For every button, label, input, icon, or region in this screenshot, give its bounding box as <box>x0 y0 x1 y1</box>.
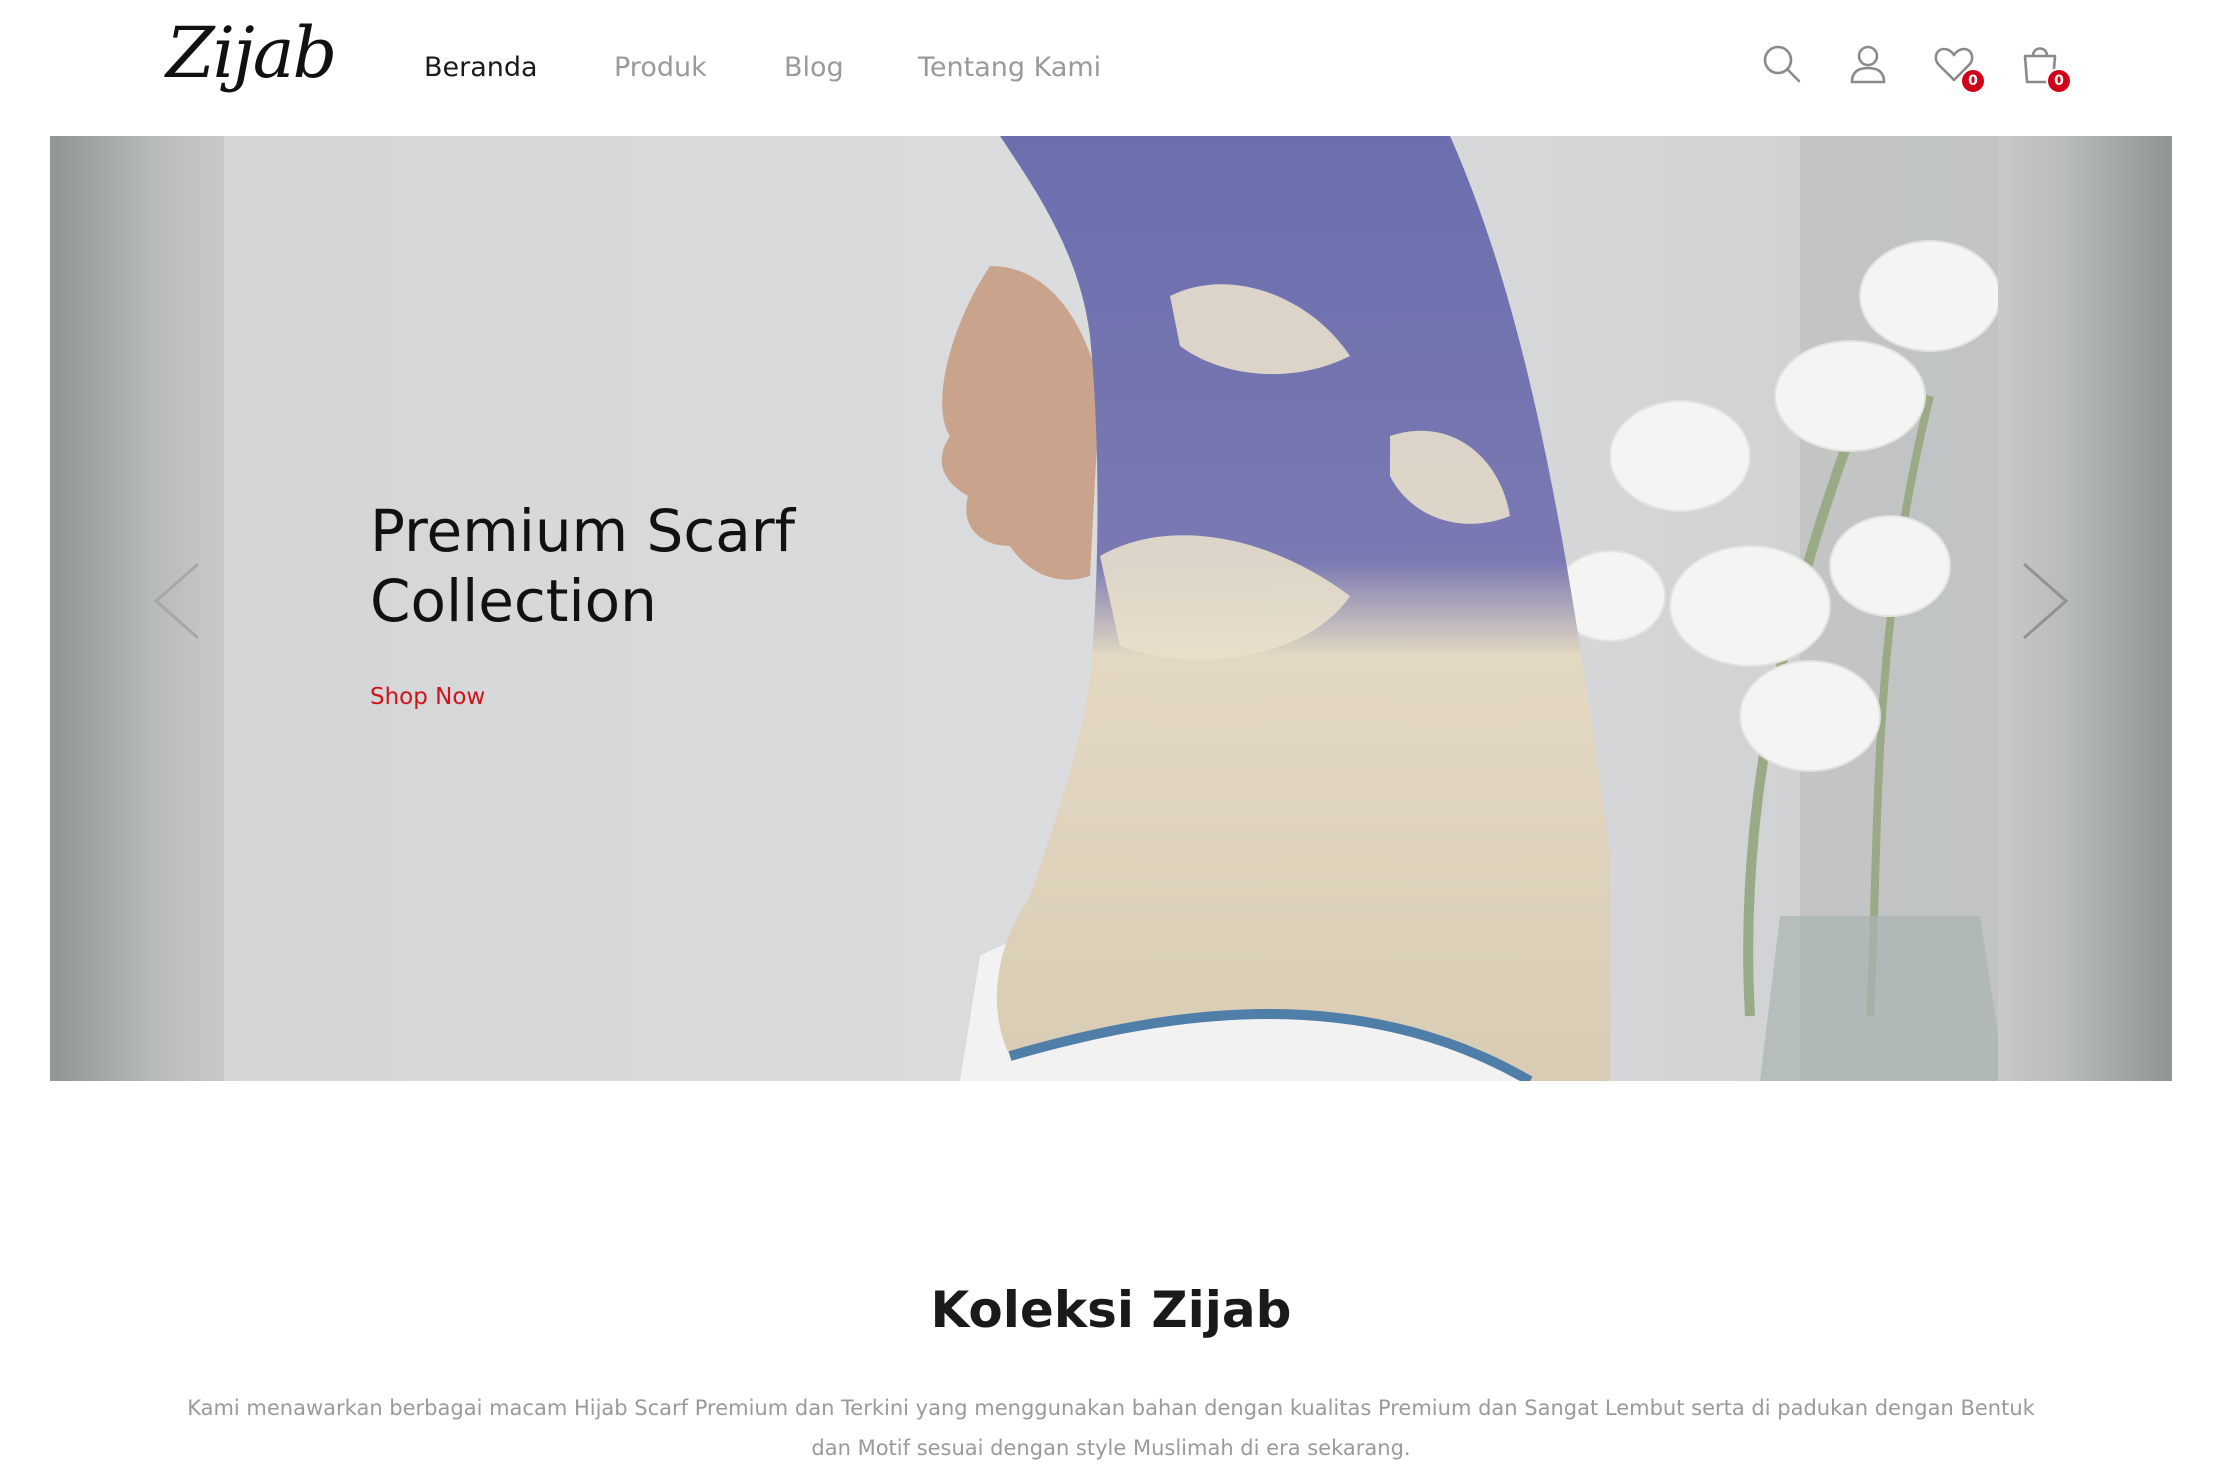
wishlist-button[interactable]: 0 <box>1932 42 1986 94</box>
slider-next-button[interactable] <box>2016 556 2076 646</box>
user-icon[interactable] <box>1846 42 1890 86</box>
collection-description: Kami menawarkan berbagai macam Hijab Sca… <box>187 1396 2035 1460</box>
site-logo[interactable]: Zijab <box>166 18 337 88</box>
hero-title-line-2: Collection <box>370 567 657 635</box>
shop-now-link[interactable]: Shop Now <box>370 684 485 710</box>
wishlist-count-badge: 0 <box>1960 68 1986 94</box>
search-icon[interactable] <box>1760 42 1804 86</box>
hero-image <box>50 136 2172 1081</box>
nav-item-tentang-kami[interactable]: Tentang Kami <box>918 50 1101 86</box>
hero-title-line-1: Premium Scarf <box>370 497 796 565</box>
hero-title: Premium Scarf Collection <box>370 496 930 636</box>
chevron-left-icon <box>153 562 199 640</box>
cart-count-badge: 0 <box>2046 68 2072 94</box>
nav-item-blog[interactable]: Blog <box>784 50 844 86</box>
chevron-right-icon <box>2023 562 2069 640</box>
cart-button[interactable]: 0 <box>2018 42 2072 94</box>
nav-item-beranda[interactable]: Beranda <box>424 50 538 86</box>
slider-prev-button[interactable] <box>146 556 206 646</box>
nav-item-produk[interactable]: Produk <box>614 50 707 86</box>
collection-title: Koleksi Zijab <box>930 1281 1292 1339</box>
site-header: Zijab Beranda Produk Blog Tentang Kami 0 <box>0 0 2222 136</box>
hero-slider: Premium Scarf Collection Shop Now <box>50 136 2172 1081</box>
